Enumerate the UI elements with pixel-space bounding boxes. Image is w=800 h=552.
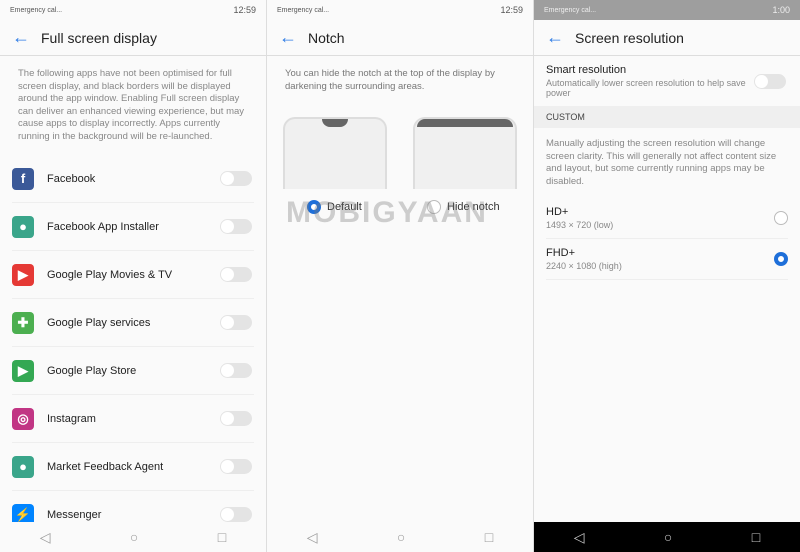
option-sub: 2240 × 1080 (high) [546,261,622,271]
app-row[interactable]: ● Facebook App Installer [12,203,254,251]
nav-bar: ◁ ○ □ [267,522,533,552]
status-time: 12:59 [500,5,523,15]
header: ← Full screen display [0,20,266,56]
back-nav-icon[interactable]: ◁ [307,529,318,546]
recents-nav-icon[interactable]: □ [218,529,226,545]
app-label: Facebook App Installer [47,220,159,233]
app-label: Market Feedback Agent [47,460,164,473]
recents-nav-icon[interactable]: □ [752,529,760,545]
app-row[interactable]: ✚ Google Play services [12,299,254,347]
smart-desc: Automatically lower screen resolution to… [546,78,746,98]
dark-bar [417,119,513,127]
default-preview[interactable] [283,117,387,189]
option-sub: 1493 × 720 (low) [546,220,614,230]
status-carrier: Emergency cal... [277,6,330,14]
app-row[interactable]: ▶ Google Play Movies & TV [12,251,254,299]
status-bar: Emergency cal... 1:00 [534,0,800,20]
smart-title: Smart resolution [546,64,627,76]
back-arrow-icon[interactable]: ← [279,27,308,48]
home-nav-icon[interactable]: ○ [664,529,672,545]
app-label: Google Play Store [47,364,137,377]
option-title: FHD+ [546,247,576,259]
option-title: HD+ [546,206,569,218]
page-title: Screen resolution [575,29,684,46]
full-screen-toggle[interactable] [220,219,252,234]
full-screen-toggle[interactable] [220,315,252,330]
app-icon: ▶ [12,359,34,382]
resolution-option[interactable]: FHD+ 2240 × 1080 (high) [546,239,788,280]
app-label: Instagram [47,412,96,425]
screen-resolution-panel: Emergency cal... 1:00 ← Screen resolution … [534,0,800,552]
status-time: 1:00 [772,5,790,15]
nav-bar: ◁ ○ □ [534,522,800,552]
back-arrow-icon[interactable]: ← [12,27,41,48]
status-carrier: Emergency cal... [544,6,597,14]
app-icon: ◎ [12,407,34,430]
app-row[interactable]: f Facebook [12,155,254,203]
app-label: Google Play Movies & TV [47,268,173,281]
status-bar: Emergency cal... 12:59 [267,0,533,20]
smart-resolution-row[interactable]: Smart resolution Automatically lower scre… [546,56,788,106]
resolution-options: HD+ 1493 × 720 (low) FHD+ 2240 × 1080 (high… [534,198,800,280]
app-icon: ● [12,215,34,238]
hide-notch-preview[interactable] [413,117,517,189]
app-row[interactable]: ◎ Instagram [12,395,254,443]
back-nav-icon[interactable]: ◁ [574,529,585,546]
description: You can hide the notch at the top of the… [285,68,495,92]
header: ← Notch [267,20,533,56]
notch-panel: Emergency cal... 12:59 ← Notch You can hid… [267,0,533,552]
full-screen-toggle[interactable] [220,267,252,282]
app-row[interactable]: ▶ Google Play Store [12,347,254,395]
full-screen-toggle[interactable] [220,363,252,378]
smart-resolution-toggle[interactable] [754,73,786,89]
status-carrier: Emergency cal... [10,6,63,14]
app-label: Messenger [47,508,102,521]
app-label: Google Play services [47,316,151,329]
app-row[interactable]: ● Market Feedback Agent [12,443,254,491]
full-screen-toggle[interactable] [220,459,252,474]
full-screen-display-panel: Emergency cal... 12:59 ← Full screen displ… [0,0,266,552]
back-arrow-icon[interactable]: ← [546,27,575,48]
notch-shape [322,119,348,127]
app-icon: ▶ [12,263,34,286]
resolution-radio[interactable] [774,252,788,266]
watermark: MOBIGYAAN [286,196,488,229]
status-bar: Emergency cal... 12:59 [0,0,266,20]
section-header: CUSTOM [534,106,800,128]
full-screen-toggle[interactable] [220,507,252,522]
full-screen-toggle[interactable] [220,411,252,426]
app-icon: f [12,167,34,190]
back-nav-icon[interactable]: ◁ [40,529,51,546]
recents-nav-icon[interactable]: □ [485,529,493,545]
resolution-option[interactable]: HD+ 1493 × 720 (low) [546,198,788,239]
header: ← Screen resolution [534,20,800,56]
app-label: Facebook [47,172,96,185]
app-icon: ✚ [12,311,34,334]
description: Manually adjusting the screen resolution… [546,138,777,187]
page-title: Full screen display [41,29,157,46]
status-time: 12:59 [233,5,256,15]
home-nav-icon[interactable]: ○ [130,529,138,545]
app-list: f Facebook ● Facebook App Installer ▶ Google … [0,155,266,539]
nav-bar: ◁ ○ □ [0,522,266,552]
home-nav-icon[interactable]: ○ [397,529,405,545]
full-screen-toggle[interactable] [220,171,252,186]
description: The following apps have not been optimis… [18,68,245,142]
resolution-radio[interactable] [774,211,788,225]
page-title: Notch [308,29,345,46]
app-icon: ● [12,455,34,478]
